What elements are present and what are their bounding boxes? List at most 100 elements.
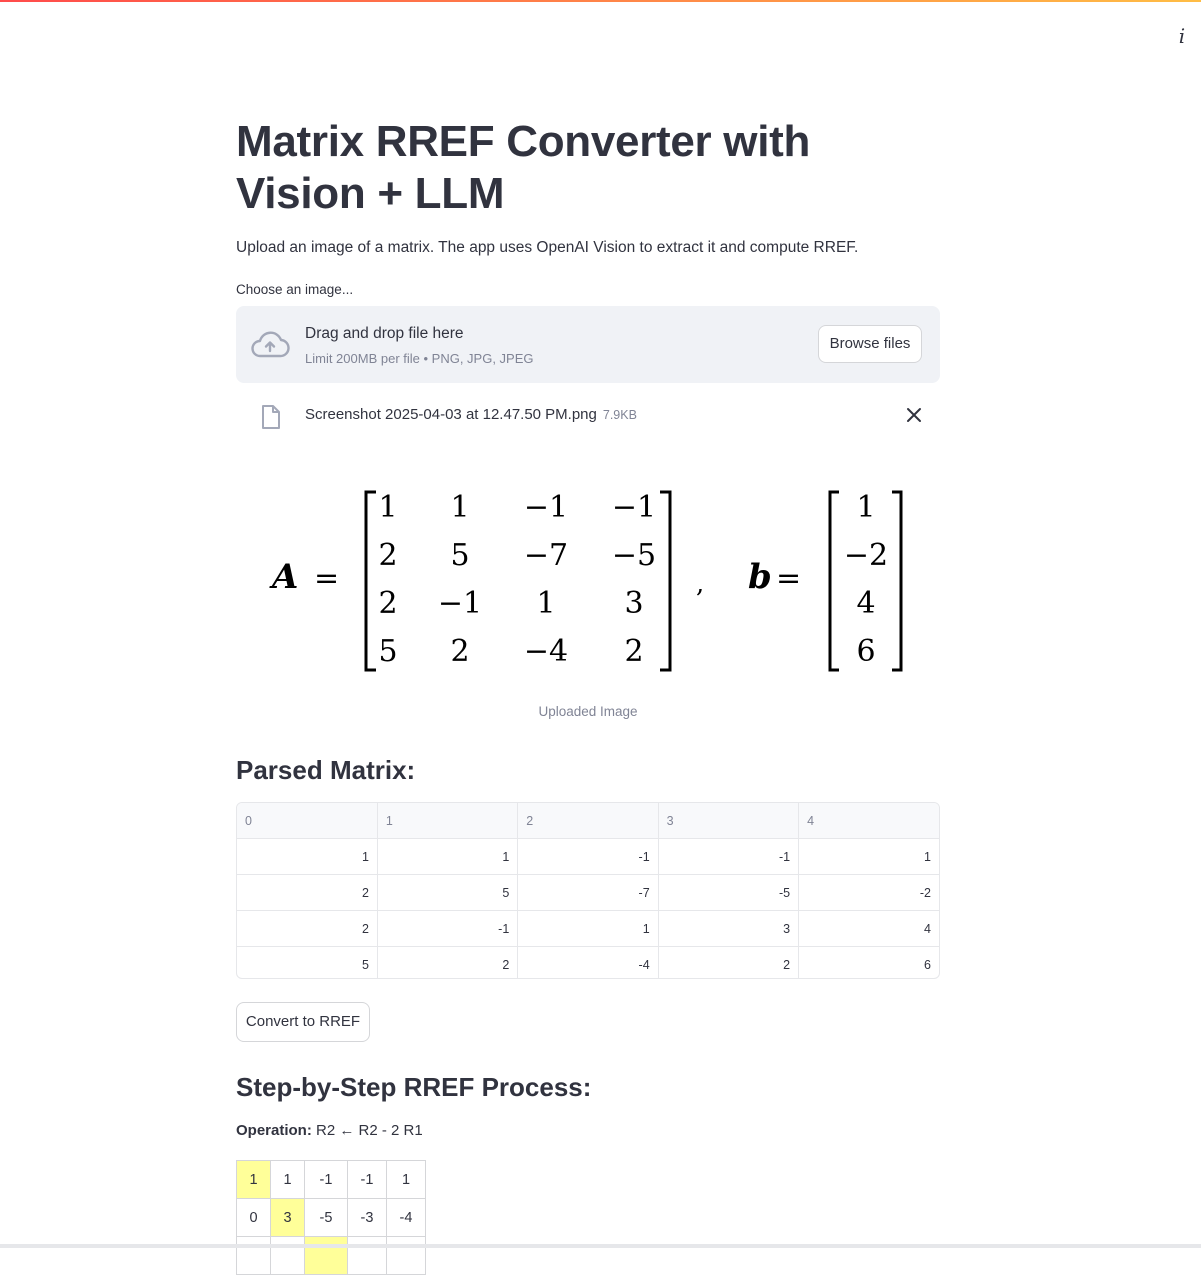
convert-to-rref-button[interactable]: Convert to RREF — [236, 1002, 370, 1042]
steps-heading: Step-by-Step RREF Process: — [236, 1072, 592, 1102]
table-cell[interactable]: -1 — [517, 838, 659, 875]
vector-b-left-bracket — [828, 490, 839, 672]
matrix-A-entry: 1 — [378, 490, 397, 525]
operation-value: R2 ← R2 - 2 R1 — [316, 1122, 423, 1139]
table-cell[interactable]: 6 — [799, 947, 939, 979]
page-title: Matrix RREF Converter with Vision + LLM — [236, 117, 811, 218]
table-cell[interactable]: -1 — [377, 910, 519, 947]
step-cell: -1 — [304, 1160, 348, 1199]
vector-b-right-bracket — [892, 490, 903, 672]
step-cell — [347, 1236, 387, 1275]
column-header[interactable]: 3 — [658, 803, 800, 839]
matrix-A-entry: 3 — [624, 586, 643, 621]
table-cell[interactable]: -5 — [658, 874, 800, 911]
table-cell[interactable]: 4 — [798, 910, 939, 947]
top-decoration-bar — [0, 0, 1201, 2]
table-cell[interactable]: 5 — [377, 874, 519, 911]
table-cell[interactable]: 2 — [377, 946, 519, 978]
step-cell: 1 — [236, 1160, 271, 1199]
uploaded-file-row: Screenshot 2025-04-03 at 12.47.50 PM.png… — [236, 396, 940, 436]
step-cell: -1 — [347, 1160, 387, 1199]
file-dropzone[interactable]: Drag and drop file here Limit 200MB per … — [236, 306, 940, 383]
matrix-A-right-bracket — [660, 490, 672, 672]
file-icon — [262, 405, 280, 429]
step-row: 1 1 -1 -1 1 — [236, 1160, 426, 1199]
matrix-A-entry: 5 — [378, 634, 397, 669]
step-cell: -5 — [304, 1198, 348, 1237]
vector-b: 1 −2 4 6 — [844, 490, 888, 669]
table-row: 2 5 -7 -5 -2 — [237, 874, 939, 911]
table-cell[interactable]: 1 — [237, 838, 378, 875]
table-row: 2 -1 1 3 4 — [237, 910, 939, 947]
info-icon[interactable]: i — [1170, 24, 1194, 48]
step-cell — [236, 1236, 271, 1275]
matrix-A-entry: 5 — [450, 538, 469, 573]
vector-b-label: b — [748, 557, 772, 597]
table-cell[interactable]: 1 — [798, 838, 939, 875]
vector-b-entry: 6 — [856, 634, 875, 669]
table-cell[interactable]: -2 — [798, 874, 939, 911]
operation-label: Operation: — [236, 1122, 312, 1139]
matrix-A-entry: 2 — [450, 634, 469, 669]
table-cell[interactable]: -1 — [658, 838, 800, 875]
close-icon[interactable] — [904, 405, 924, 425]
table-cell[interactable]: 2 — [658, 946, 800, 978]
equals-sign: = — [314, 561, 339, 596]
browse-files-button[interactable]: Browse files — [818, 325, 922, 363]
matrix-A-entry: −7 — [524, 538, 568, 573]
dropzone-limit: Limit 200MB per file • PNG, JPG, JPEG — [305, 351, 534, 366]
matrix-A-entry: −1 — [438, 586, 482, 621]
matrix-A-entry: 1 — [450, 490, 469, 525]
table-cell[interactable]: 2 — [237, 910, 378, 947]
step-matrix-table: 1 1 -1 -1 1 0 3 -5 -3 -4 — [236, 1160, 426, 1275]
table-row: 1 1 -1 -1 1 — [237, 838, 939, 875]
vector-b-entry: −2 — [844, 538, 888, 573]
matrix-A: 1 1 −1 −1 2 5 −7 −5 2 −1 1 3 5 2 −4 2 — [378, 490, 656, 669]
column-header[interactable]: 1 — [377, 803, 519, 839]
matrix-A-entry: −1 — [612, 490, 656, 525]
step-cell: -3 — [347, 1198, 387, 1237]
table-cell[interactable]: 5 — [237, 946, 378, 978]
matrix-A-entry: 2 — [378, 538, 397, 573]
table-cell[interactable]: 2 — [237, 874, 378, 911]
equals-sign-b: = — [776, 561, 801, 596]
operation-text: Operation: R2 ← R2 - 2 R1 — [236, 1122, 423, 1139]
step-cell: 1 — [386, 1160, 426, 1199]
step-row — [236, 1236, 426, 1275]
file-size: 7.9KB — [602, 408, 637, 422]
column-header[interactable]: 0 — [237, 803, 378, 839]
column-header[interactable]: 4 — [798, 803, 939, 839]
parsed-matrix-table[interactable]: 01234 1 1 -1 -1 1 2 5 -7 -5 -2 2 -1 1 3 4 5 2 -4 2 6 — [236, 802, 940, 979]
uploader-label: Choose an image... — [236, 282, 354, 297]
step-cell — [304, 1236, 348, 1275]
matrix-A-entry: −5 — [612, 538, 656, 573]
table-cell[interactable]: 3 — [658, 910, 800, 947]
table-cell[interactable]: 1 — [377, 838, 519, 875]
matrix-A-left-bracket — [364, 490, 376, 672]
matrix-A-entry: −4 — [524, 634, 568, 669]
cloud-upload-icon — [251, 331, 290, 358]
step-cell — [386, 1236, 426, 1275]
comma: , — [696, 569, 704, 599]
matrix-A-entry: 2 — [378, 586, 397, 621]
step-cell: 3 — [270, 1198, 305, 1237]
uploaded-matrix-image: A = 1 1 −1 −1 2 5 −7 −5 2 −1 1 3 5 2 −4 2 , b = 1 −2 4 6 — [236, 470, 940, 692]
dropzone-title: Drag and drop file here — [305, 325, 464, 342]
parsed-matrix-heading: Parsed Matrix: — [236, 755, 416, 785]
table-cell[interactable]: 1 — [517, 910, 659, 947]
step-cell: 0 — [236, 1198, 271, 1237]
matrix-A-entry: 2 — [624, 634, 643, 669]
matrix-A-entry: −1 — [524, 490, 568, 525]
table-cell[interactable]: -4 — [517, 946, 659, 978]
step-cell: -4 — [386, 1198, 426, 1237]
column-header[interactable]: 2 — [517, 803, 659, 839]
page-subtitle: Upload an image of a matrix. The app use… — [236, 239, 859, 256]
step-row: 0 3 -5 -3 -4 — [236, 1198, 426, 1237]
table-cell[interactable]: -7 — [517, 874, 659, 911]
bottom-edge — [0, 1244, 1201, 1248]
matrix-A-entry: 1 — [536, 586, 555, 621]
file-name: Screenshot 2025-04-03 at 12.47.50 PM.png… — [305, 406, 637, 423]
matrix-A-label: A — [269, 557, 298, 597]
file-name-text: Screenshot 2025-04-03 at 12.47.50 PM.png — [305, 406, 597, 423]
vector-b-entry: 1 — [856, 490, 875, 525]
